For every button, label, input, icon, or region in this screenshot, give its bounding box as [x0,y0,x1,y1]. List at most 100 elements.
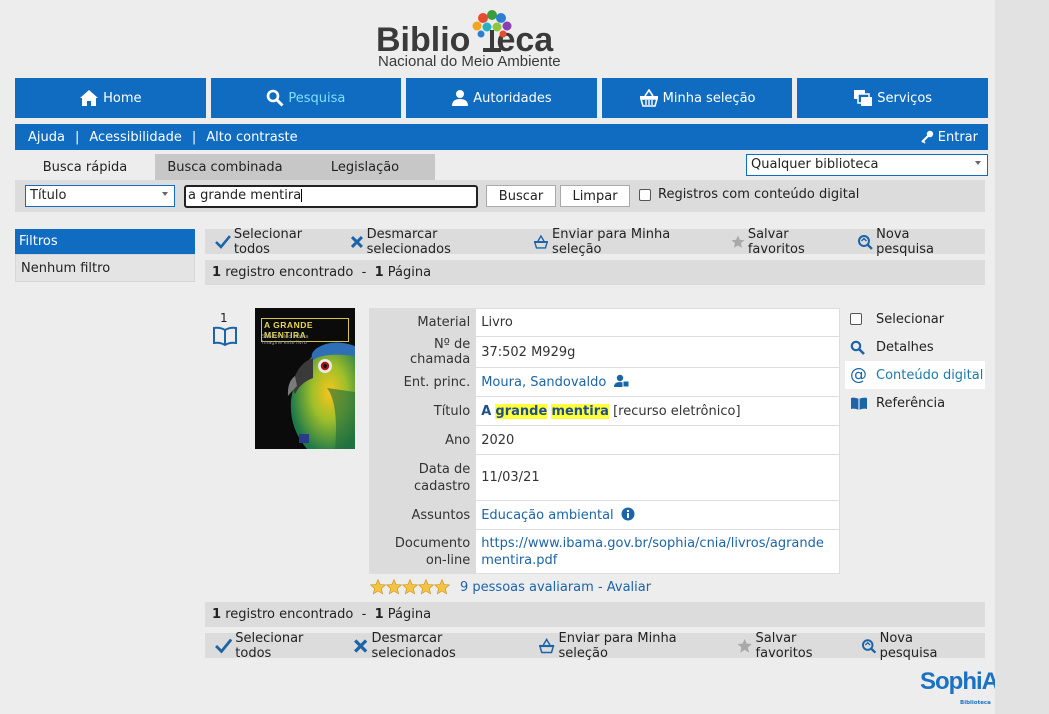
main-entry-label: Ent. princ. [368,367,477,397]
select-record[interactable]: Selecionar [845,305,985,333]
basket-icon [534,234,549,249]
login-link[interactable]: Entrar [920,130,978,145]
clear-button[interactable]: Limpar [560,185,630,207]
new-search-button[interactable]: Nova pesquisa [857,227,971,257]
nav-services[interactable]: Serviços [797,78,988,118]
save-favorites-button[interactable]: Salvar favoritos [731,227,849,257]
date-value: 11/03/21 [475,454,840,501]
nav-authorities-label: Autoridades [473,90,552,106]
results-pages: 1 [374,607,384,622]
rating-stars[interactable] [370,579,450,595]
send-to-selection-button[interactable]: Enviar para Minha seleção [533,227,723,257]
reference-link[interactable]: Referência [845,389,985,417]
library-select[interactable]: Qualquer biblioteca [746,154,988,176]
accessibility-link[interactable]: Acessibilidade [89,130,182,145]
title-highlight: mentira [551,403,609,419]
search-button[interactable]: Buscar [486,185,556,207]
sophia-logo[interactable]: SophiA [920,668,999,696]
nav-services-label: Serviços [877,90,933,106]
select-all-button[interactable]: Selecionar todos [215,631,339,661]
nav-my-selection-label: Minha seleção [662,90,756,106]
call-number-label: Nº de chamada [368,336,477,368]
rating: 9 pessoas avaliaram - Avaliar [370,579,651,595]
digital-content-checkbox[interactable] [639,188,651,201]
results-pages: 1 [374,265,384,280]
new-search-label: Nova pesquisa [879,630,938,661]
new-search-label: Nova pesquisa [876,226,935,257]
save-favorites-button[interactable]: Salvar favoritos [737,631,853,661]
star-icon [737,638,752,652]
chevron-down-icon [975,161,981,165]
send-to-selection-label: Enviar para Minha seleção [558,630,677,661]
title-value: A grande mentira [recurso eletrônico] [475,396,840,426]
results-toolbar-bottom: Selecionar todos Desmarcar selecionados … [205,631,985,661]
title-highlight: grande [495,403,548,419]
row-subjects: Assuntos Educação ambiental [368,500,840,530]
logo-subtitle: Nacional do Meio Ambiente [378,53,561,70]
rating-link[interactable]: 9 pessoas avaliaram - Avaliar [460,580,651,595]
tab-quick-search[interactable]: Busca rápida [15,154,155,180]
title-label: Título [368,396,477,426]
deselect-button[interactable]: Desmarcar selecionados [353,631,524,661]
details-link[interactable]: Detalhes [845,333,985,361]
results-count-label: registro encontrado [225,607,354,622]
right-margin [995,0,1049,714]
star-icon[interactable] [402,579,418,595]
star-icon[interactable] [418,579,434,595]
high-contrast-link[interactable]: Alto contraste [206,130,297,145]
results-count-label: registro encontrado [225,265,354,280]
tab-legislation[interactable]: Legislação [295,154,435,180]
row-online-document: Documento on-line https://www.ibama.gov.… [368,529,840,574]
new-search-icon [858,234,874,250]
chevron-down-icon [162,192,168,196]
library-logo[interactable]: Biblio eca Nacional do Meio Ambiente [376,6,586,72]
results-count: 1 [212,265,222,280]
star-icon[interactable] [386,579,402,595]
deselect-button[interactable]: Desmarcar selecionados [350,227,525,257]
help-link[interactable]: Ajuda [28,130,65,145]
select-record-checkbox[interactable] [850,313,862,325]
nav-home-label: Home [103,90,142,106]
row-date: Data de cadastro 11/03/21 [368,454,840,501]
call-number-value: 37:502 M929g [475,336,840,368]
nav-authorities[interactable]: Autoridades [406,78,597,118]
results-count-bottom: 1 registro encontrado - 1 Página [205,602,985,627]
send-to-selection-label: Enviar para Minha seleção [552,226,671,257]
x-icon [350,235,363,248]
row-call-number: Nº de chamada 37:502 M929g [368,336,840,368]
results-dash: - [361,607,367,622]
author-link[interactable]: Moura, Sandovaldo [481,375,606,390]
search-input[interactable]: a grande mentira [184,185,478,208]
subject-link[interactable]: Educação ambiental [481,508,613,523]
select-all-button[interactable]: Selecionar todos [215,227,342,257]
field-select-value: Título [30,188,67,203]
digital-content-link[interactable]: @ Conteúdo digital [845,361,985,389]
search-input-value: a grande mentira [188,188,302,203]
sophia-logo-subtitle: Biblioteca [960,700,991,706]
authority-user-icon[interactable] [613,374,630,388]
digital-content-filter[interactable]: Registros com conteúdo digital [639,187,859,202]
info-icon[interactable] [621,507,635,521]
tree-icon [472,10,512,52]
online-document-link[interactable]: https://www.ibama.gov.br/sophia/cnia/liv… [481,536,824,568]
star-icon[interactable] [434,579,450,595]
nav-home[interactable]: Home [15,78,206,118]
reference-label: Referência [876,395,946,411]
send-to-selection-button[interactable]: Enviar para Minha seleção [538,631,723,661]
row-year: Ano 2020 [368,425,840,455]
field-select[interactable]: Título [25,185,175,207]
deselect-label: Desmarcar selecionados [371,630,456,661]
basket-icon [639,89,658,107]
new-search-button[interactable]: Nova pesquisa [861,631,971,661]
separator: | [74,129,80,145]
book-cover[interactable]: A GRANDE MENTIRA Sandovaldo Moura Imagin… [255,308,355,449]
search-icon [850,340,865,355]
star-icon[interactable] [370,579,386,595]
nav-my-selection[interactable]: Minha seleção [601,78,793,118]
subjects-label: Assuntos [368,500,477,530]
nav-search[interactable]: Pesquisa [210,78,402,118]
at-icon: @ [850,365,867,385]
tab-combined-search[interactable]: Busca combinada [155,154,295,180]
year-value: 2020 [475,425,840,455]
check-icon [215,638,233,653]
